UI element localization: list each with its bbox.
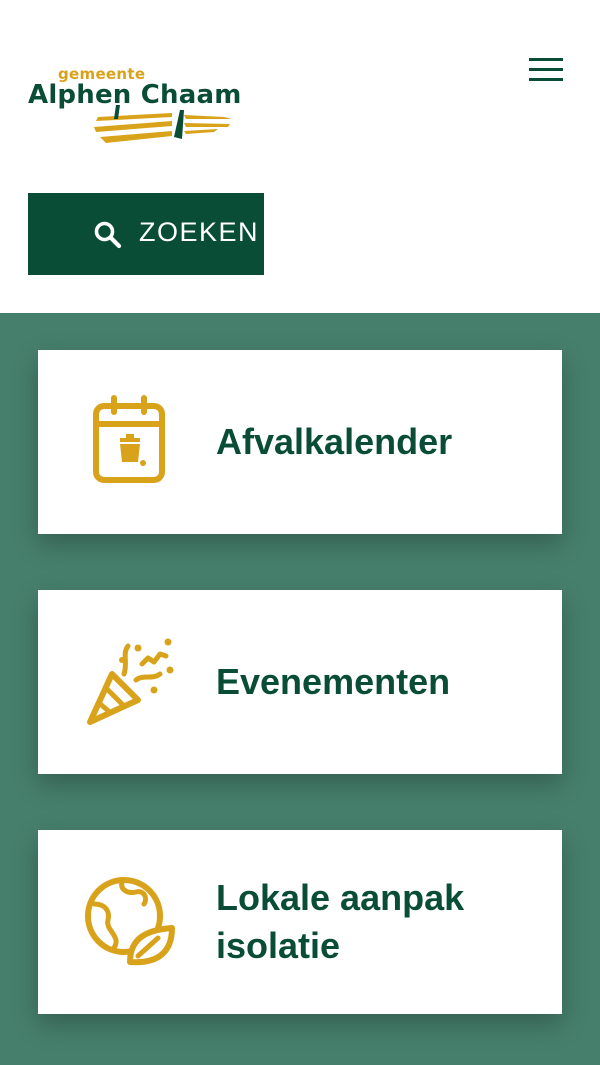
- search-button-label: ZOEKEN: [139, 217, 260, 247]
- search-icon: [94, 221, 122, 249]
- card-evenementen[interactable]: Evenementen: [38, 590, 562, 774]
- search-button[interactable]: ZOEKEN: [28, 193, 264, 275]
- page: gemeente Alphen Chaam ZOEKEN Afvalkalend…: [0, 0, 600, 1065]
- card-title: Lokale aanpak isolatie: [216, 877, 465, 966]
- card-lokale-aanpak-isolatie[interactable]: Lokale aanpak isolatie: [38, 830, 562, 1014]
- calendar-bin-icon: [93, 395, 165, 483]
- card-title: Afvalkalender: [216, 421, 453, 462]
- quick-links-section: Afvalkalender Evenementen Lokale aanpak …: [0, 313, 600, 1065]
- logo[interactable]: gemeente Alphen Chaam: [28, 60, 241, 155]
- site-header: gemeente Alphen Chaam ZOEKEN: [0, 0, 600, 313]
- party-popper-icon: [87, 638, 174, 725]
- logo-stripes-icon: [94, 105, 232, 143]
- card-title: Evenementen: [216, 661, 451, 702]
- card-afvalkalender[interactable]: Afvalkalender: [38, 350, 562, 534]
- globe-leaf-icon: [85, 877, 175, 966]
- menu-button[interactable]: [522, 52, 568, 88]
